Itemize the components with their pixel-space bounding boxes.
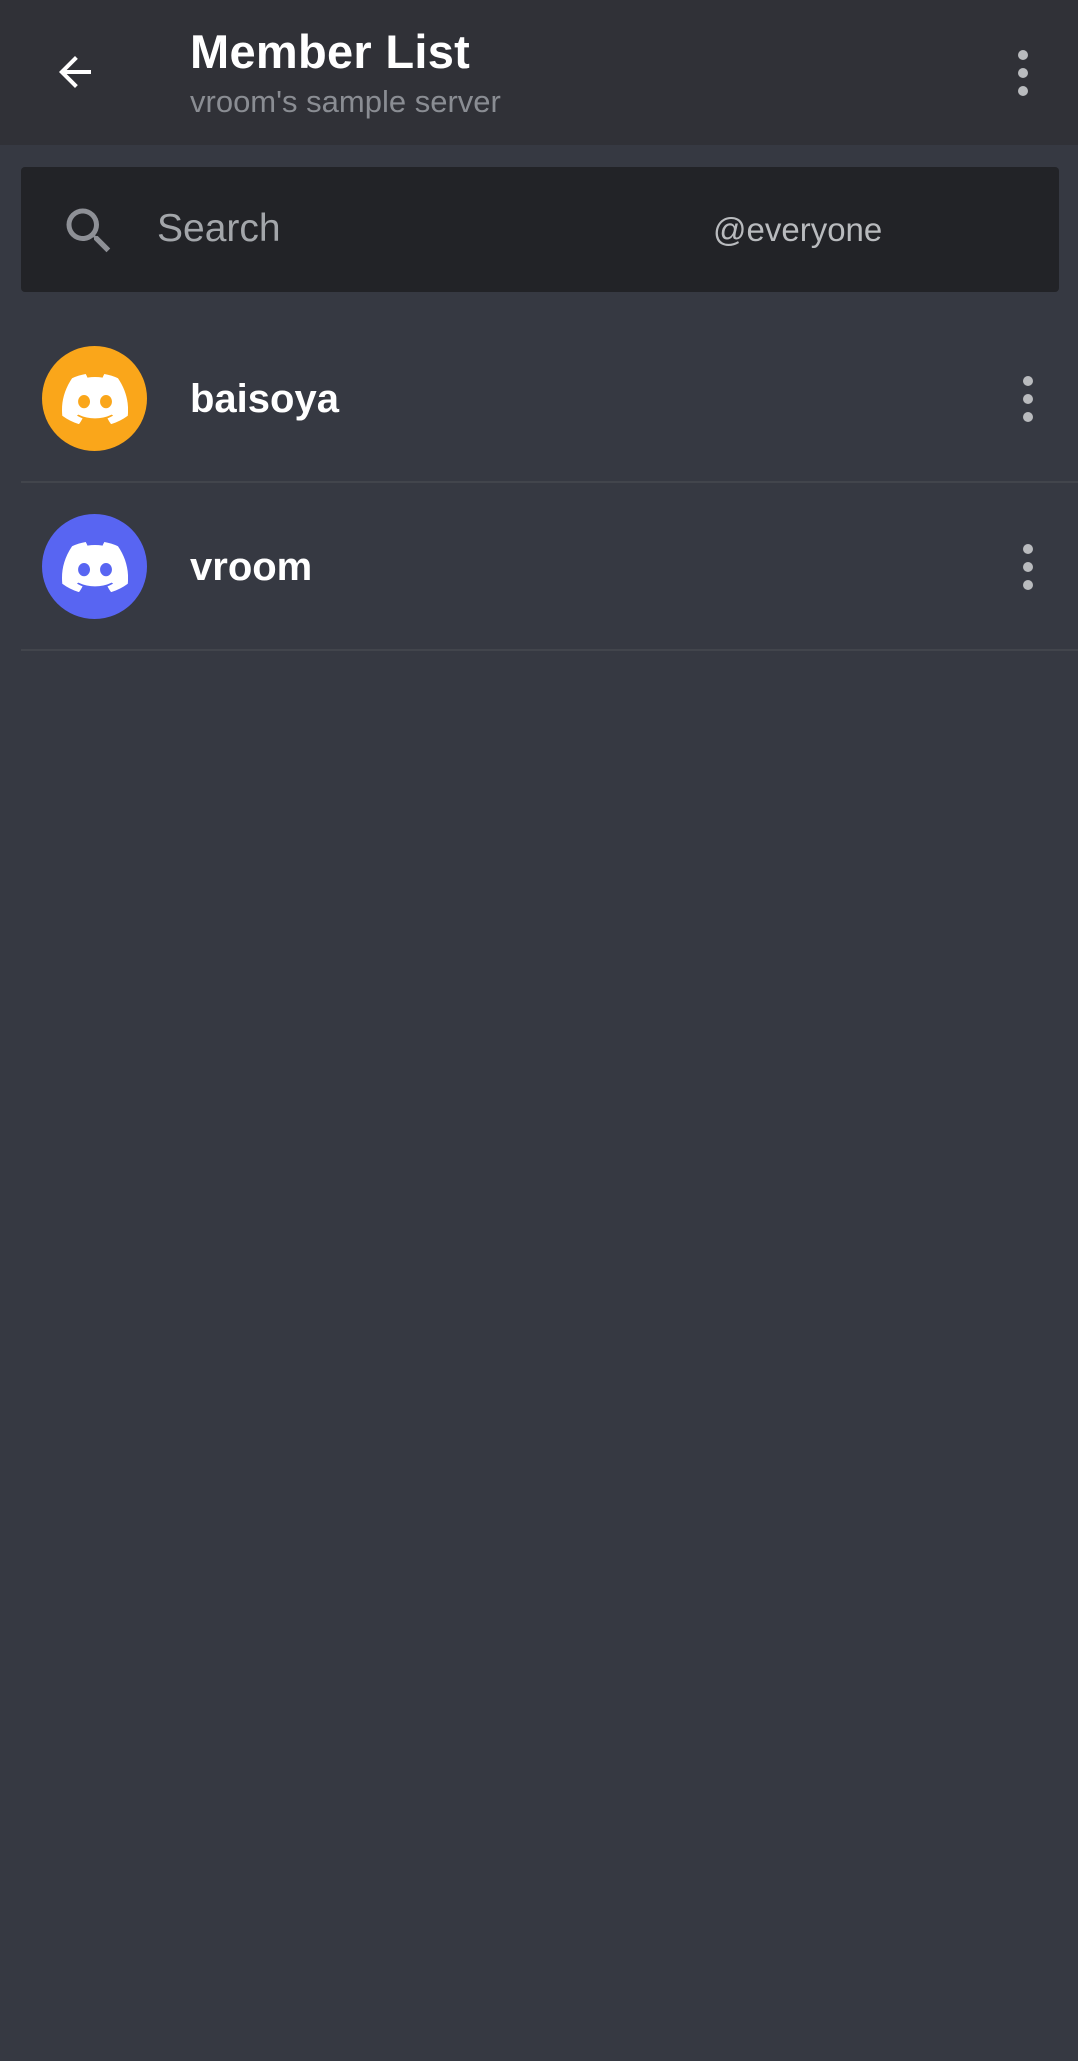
more-vertical-icon [1023, 376, 1033, 386]
app-bar: Member List vroom's sample server [0, 0, 1078, 145]
more-dot [1018, 86, 1028, 96]
title-block: Member List vroom's sample server [190, 22, 501, 122]
search-input[interactable] [157, 189, 677, 269]
arrow-left-icon [59, 56, 91, 88]
overflow-menu-button[interactable] [990, 37, 1056, 109]
member-name: vroom [190, 545, 313, 589]
search-icon [66, 208, 111, 253]
member-name: baisoya [190, 377, 339, 421]
more-dot [1023, 394, 1033, 404]
role-filter-button[interactable]: @everyone [713, 205, 882, 255]
member-list: baisoya vroom [0, 315, 1078, 651]
divider [21, 649, 1078, 651]
discord-logo-icon [61, 541, 128, 592]
list-item[interactable]: baisoya [0, 315, 1078, 483]
more-dot [1018, 68, 1028, 78]
member-options-button[interactable] [1000, 359, 1056, 439]
member-options-button[interactable] [1000, 527, 1056, 607]
avatar[interactable] [42, 514, 147, 619]
avatar[interactable] [42, 346, 147, 451]
server-name-subtitle: vroom's sample server [190, 84, 501, 119]
more-dot [1023, 580, 1033, 590]
more-vertical-icon [1023, 544, 1033, 554]
discord-logo-icon [61, 373, 128, 424]
page-title: Member List [190, 25, 471, 78]
more-vertical-icon [1018, 50, 1028, 60]
more-dot [1023, 562, 1033, 572]
more-dot [1023, 412, 1033, 422]
back-button[interactable] [30, 27, 120, 117]
list-item[interactable]: vroom [0, 483, 1078, 651]
search-bar: @everyone [21, 167, 1059, 292]
